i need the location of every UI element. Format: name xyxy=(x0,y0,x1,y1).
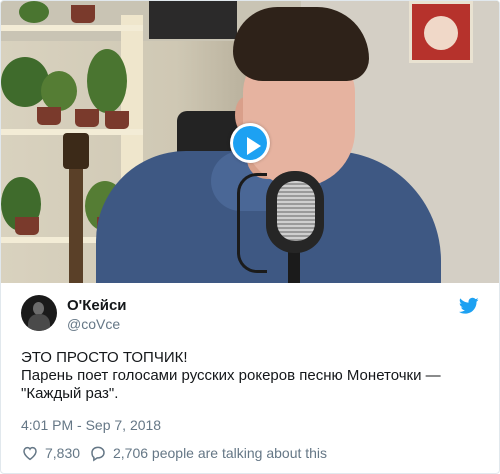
tweet-timestamp[interactable]: 4:01 PM - Sep 7, 2018 xyxy=(21,417,161,433)
wall-poster-left xyxy=(149,1,237,39)
guitar-head xyxy=(63,133,89,169)
author-display-name[interactable]: О'Кейси xyxy=(67,297,127,314)
avatar[interactable] xyxy=(21,295,57,331)
tweet-header: О'Кейси @coVce xyxy=(21,293,481,335)
video-player[interactable] xyxy=(1,1,499,283)
speech-bubble-icon xyxy=(91,446,105,462)
play-icon xyxy=(233,126,267,160)
plant-pot xyxy=(105,111,129,129)
heart-icon xyxy=(23,446,37,461)
plant-pot xyxy=(37,107,61,125)
plant-pot xyxy=(75,109,99,127)
plant xyxy=(19,1,49,23)
microphone-grille xyxy=(277,181,315,241)
tweet-embed-card[interactable]: О'Кейси @coVce ЭТО ПРОСТО ТОПЧИК! Парень… xyxy=(0,0,500,474)
tweet-text-line: ЭТО ПРОСТО ТОПЧИК! xyxy=(21,349,188,366)
like-button[interactable]: 7,830 xyxy=(21,444,83,462)
talking-count-text: 2,706 people are talking about this xyxy=(113,445,328,461)
wall-poster-right xyxy=(409,1,473,63)
talking-link[interactable]: 2,706 people are talking about this xyxy=(89,444,389,462)
author-handle[interactable]: @coVce xyxy=(67,316,120,332)
plant xyxy=(87,49,127,113)
plant-pot xyxy=(71,5,95,23)
plant xyxy=(41,71,77,111)
twitter-bird-icon[interactable] xyxy=(459,297,479,315)
shelf xyxy=(1,25,143,31)
tweet-text: ЭТО ПРОСТО ТОПЧИК! Парень поет голосами … xyxy=(21,349,486,403)
tweet-text-line: Парень поет голосами русских рокеров пес… xyxy=(21,367,441,384)
microphone-arm xyxy=(237,173,267,273)
plant-pot xyxy=(15,217,39,235)
play-button[interactable] xyxy=(230,123,270,163)
like-count: 7,830 xyxy=(45,445,81,461)
tweet-text-line: "Каждый раз". xyxy=(21,385,119,402)
person-hair xyxy=(233,7,369,81)
